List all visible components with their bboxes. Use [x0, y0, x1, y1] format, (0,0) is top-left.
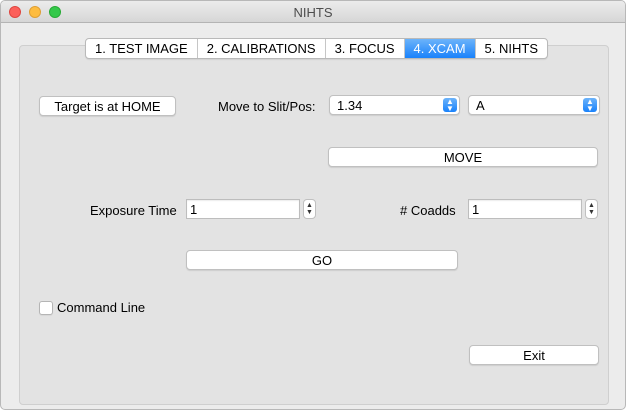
exposure-time-stepper[interactable]: ▲ ▼ [303, 199, 316, 219]
coadds-input[interactable]: 1 [468, 199, 582, 219]
tab-focus[interactable]: 3. FOCUS [326, 39, 405, 58]
command-line-label: Command Line [57, 300, 146, 315]
tab-nihts[interactable]: 5. NIHTS [476, 39, 547, 58]
move-button[interactable]: MOVE [328, 147, 598, 167]
exposure-time-value: 1 [190, 202, 198, 217]
coadds-stepper[interactable]: ▲ ▼ [585, 199, 598, 219]
tab-test-image[interactable]: 1. TEST IMAGE [86, 39, 198, 58]
select-chevrons-icon: ▲ ▼ [583, 98, 597, 113]
title-bar: NIHTS [1, 1, 625, 23]
position-select-value: A [476, 98, 485, 113]
exposure-time-label: Exposure Time [90, 203, 177, 218]
select-chevrons-icon: ▲ ▼ [443, 98, 457, 113]
slit-select[interactable]: 1.34 ▲ ▼ [329, 95, 460, 115]
exposure-time-input[interactable]: 1 [186, 199, 300, 219]
tab-xcam[interactable]: 4. XCAM [404, 39, 476, 58]
slit-select-value: 1.34 [337, 98, 363, 113]
tab-calibrations[interactable]: 2. CALIBRATIONS [198, 39, 326, 58]
coadds-label: # Coadds [400, 203, 456, 218]
tab-bar: 1. TEST IMAGE 2. CALIBRATIONS 3. FOCUS 4… [85, 38, 549, 59]
position-select[interactable]: A ▲ ▼ [468, 95, 600, 115]
exit-button[interactable]: Exit [469, 345, 599, 365]
go-button[interactable]: GO [186, 250, 458, 270]
coadds-value: 1 [472, 202, 480, 217]
command-line-checkbox[interactable] [39, 301, 53, 315]
target-home-button[interactable]: Target is at HOME [39, 96, 176, 116]
move-to-slit-label: Move to Slit/Pos: [218, 99, 316, 114]
window-title: NIHTS [293, 5, 333, 20]
app-window: NIHTS 1. TEST IMAGE 2. CALIBRATIONS 3. F… [0, 0, 626, 410]
